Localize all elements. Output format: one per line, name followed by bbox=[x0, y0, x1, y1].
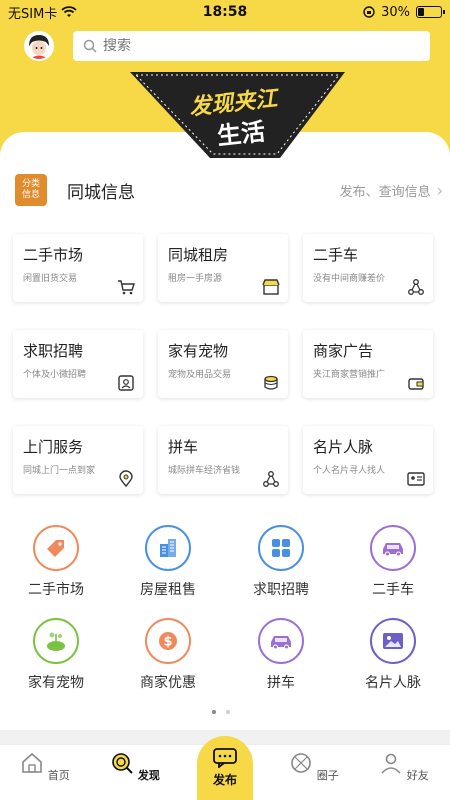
car-icon bbox=[271, 636, 291, 650]
shortcut-item[interactable]: 拼车 bbox=[225, 618, 337, 692]
shortcut-item[interactable]: 家有宠物 bbox=[0, 618, 112, 692]
orientation-lock-icon bbox=[363, 6, 375, 18]
shortcut-label: 商家优惠 bbox=[140, 675, 196, 691]
banner-graphic: 发现夹江 生活 bbox=[130, 72, 345, 158]
status-bar: 无SIM卡 18:58 30% bbox=[0, 0, 450, 24]
carrier-text: 无SIM卡 bbox=[8, 6, 58, 22]
tab-home-label: 首页 bbox=[47, 769, 70, 782]
publish-query-link[interactable]: 发布、查询信息 bbox=[340, 181, 431, 200]
tab-publish-label: 发布 bbox=[212, 773, 237, 787]
shortcut-item[interactable]: 二手市场 bbox=[0, 525, 112, 599]
page-dot-active bbox=[212, 710, 216, 714]
info-logo-line: 分类 bbox=[21, 179, 40, 189]
shortcut-item[interactable]: $ 商家优惠 bbox=[112, 618, 224, 692]
building-icon bbox=[160, 539, 176, 557]
battery-icon bbox=[416, 6, 445, 18]
category-card[interactable]: 同城租房 租房一手房源 bbox=[158, 234, 288, 302]
shortcut-label: 房屋租售 bbox=[140, 582, 196, 598]
nodes-icon bbox=[263, 471, 279, 487]
id-card-icon bbox=[118, 375, 134, 391]
chat-icon bbox=[213, 748, 237, 769]
shortcut-item[interactable]: 二手车 bbox=[337, 525, 449, 599]
shop-icon bbox=[262, 279, 280, 295]
tag-icon bbox=[47, 540, 64, 557]
tab-publish[interactable]: 发布 bbox=[197, 736, 253, 800]
category-card[interactable]: 拼车 城际拼车经济省钱 bbox=[158, 426, 288, 494]
grid-icon bbox=[272, 539, 290, 557]
svg-text:$: $ bbox=[163, 635, 172, 650]
wifi-icon bbox=[61, 6, 77, 17]
category-card[interactable]: 二手车 没有中间商赚差价 bbox=[303, 234, 433, 302]
search-bar[interactable] bbox=[73, 31, 430, 61]
info-logo-line: 信息 bbox=[21, 190, 40, 200]
shortcut-circle bbox=[145, 525, 191, 571]
shortcut-label: 名片人脉 bbox=[365, 675, 421, 691]
shortcut-circle bbox=[258, 525, 304, 571]
category-card[interactable]: 二手市场 闲置旧货交易 bbox=[13, 234, 143, 302]
cart-icon bbox=[118, 280, 135, 295]
banner-subtitle: 生活 bbox=[216, 118, 267, 151]
dollar-icon: $ bbox=[159, 632, 177, 650]
category-card[interactable]: 商家广告 夹江商家营销推广 bbox=[303, 330, 433, 398]
nodes-icon bbox=[408, 279, 424, 295]
wallet-icon bbox=[408, 378, 424, 390]
tab-circle[interactable]: 圈子 bbox=[279, 751, 349, 783]
shortcut-item[interactable]: 房屋租售 bbox=[112, 525, 224, 599]
category-title: 商家广告 bbox=[313, 342, 374, 360]
page-dot bbox=[226, 710, 230, 714]
category-title: 二手市场 bbox=[23, 246, 84, 264]
shortcut-label: 求职招聘 bbox=[253, 582, 309, 598]
info-title: 同城信息 bbox=[67, 182, 135, 203]
plant-icon bbox=[47, 632, 65, 651]
status-time: 18:58 bbox=[202, 4, 248, 20]
category-title: 同城租房 bbox=[168, 246, 229, 264]
chevron-right-icon[interactable]: › bbox=[437, 181, 443, 200]
category-title: 上门服务 bbox=[23, 438, 84, 456]
search-input[interactable] bbox=[103, 38, 430, 54]
category-card[interactable]: 家有宠物 宠物及用品交易 bbox=[158, 330, 288, 398]
shortcut-circle bbox=[33, 525, 79, 571]
tab-friends[interactable]: 好友 bbox=[369, 751, 439, 783]
shortcut-circle bbox=[33, 618, 79, 664]
tab-discover-label: 发现 bbox=[137, 769, 160, 782]
info-logo: 分类 信息 bbox=[15, 174, 47, 206]
tab-circle-label: 圈子 bbox=[316, 769, 339, 782]
tab-friends-label: 好友 bbox=[406, 769, 429, 782]
shortcut-item[interactable]: 求职招聘 bbox=[225, 525, 337, 599]
category-title: 求职招聘 bbox=[23, 342, 84, 360]
shortcut-circle bbox=[258, 618, 304, 664]
shortcut-circle: $ bbox=[145, 618, 191, 664]
shortcut-item[interactable]: 名片人脉 bbox=[337, 618, 449, 692]
category-card[interactable]: 名片人脉 个人名片寻人找人 bbox=[303, 426, 433, 494]
friends-icon bbox=[381, 753, 401, 774]
location-icon bbox=[119, 470, 133, 488]
category-title: 家有宠物 bbox=[168, 342, 229, 360]
battery-percent: 30% bbox=[381, 4, 410, 20]
picture-icon bbox=[383, 633, 403, 649]
search-icon bbox=[83, 39, 97, 53]
shortcut-label: 家有宠物 bbox=[28, 675, 84, 691]
coins-icon bbox=[264, 375, 278, 390]
home-icon bbox=[22, 752, 43, 773]
category-title: 二手车 bbox=[313, 246, 359, 264]
car-icon bbox=[383, 543, 403, 557]
tab-home[interactable]: 首页 bbox=[10, 751, 80, 783]
shortcut-label: 拼车 bbox=[267, 675, 295, 691]
shortcut-circle bbox=[370, 525, 416, 571]
shortcut-circle bbox=[370, 618, 416, 664]
tab-discover[interactable]: 发现 bbox=[100, 751, 170, 783]
card-icon bbox=[407, 472, 425, 486]
discover-icon bbox=[112, 753, 133, 774]
category-card[interactable]: 上门服务 同城上门一点到家 bbox=[13, 426, 143, 494]
category-title: 名片人脉 bbox=[313, 438, 374, 456]
avatar[interactable] bbox=[24, 31, 54, 61]
page-indicator bbox=[212, 710, 230, 714]
info-section-header: 分类 信息 同城信息 发布、查询信息 › bbox=[15, 173, 445, 207]
shortcut-label: 二手市场 bbox=[28, 582, 84, 598]
circle-icon bbox=[291, 753, 312, 773]
category-title: 拼车 bbox=[168, 438, 199, 456]
category-card[interactable]: 求职招聘 个体及小微招聘 bbox=[13, 330, 143, 398]
shortcut-label: 二手车 bbox=[372, 582, 414, 598]
